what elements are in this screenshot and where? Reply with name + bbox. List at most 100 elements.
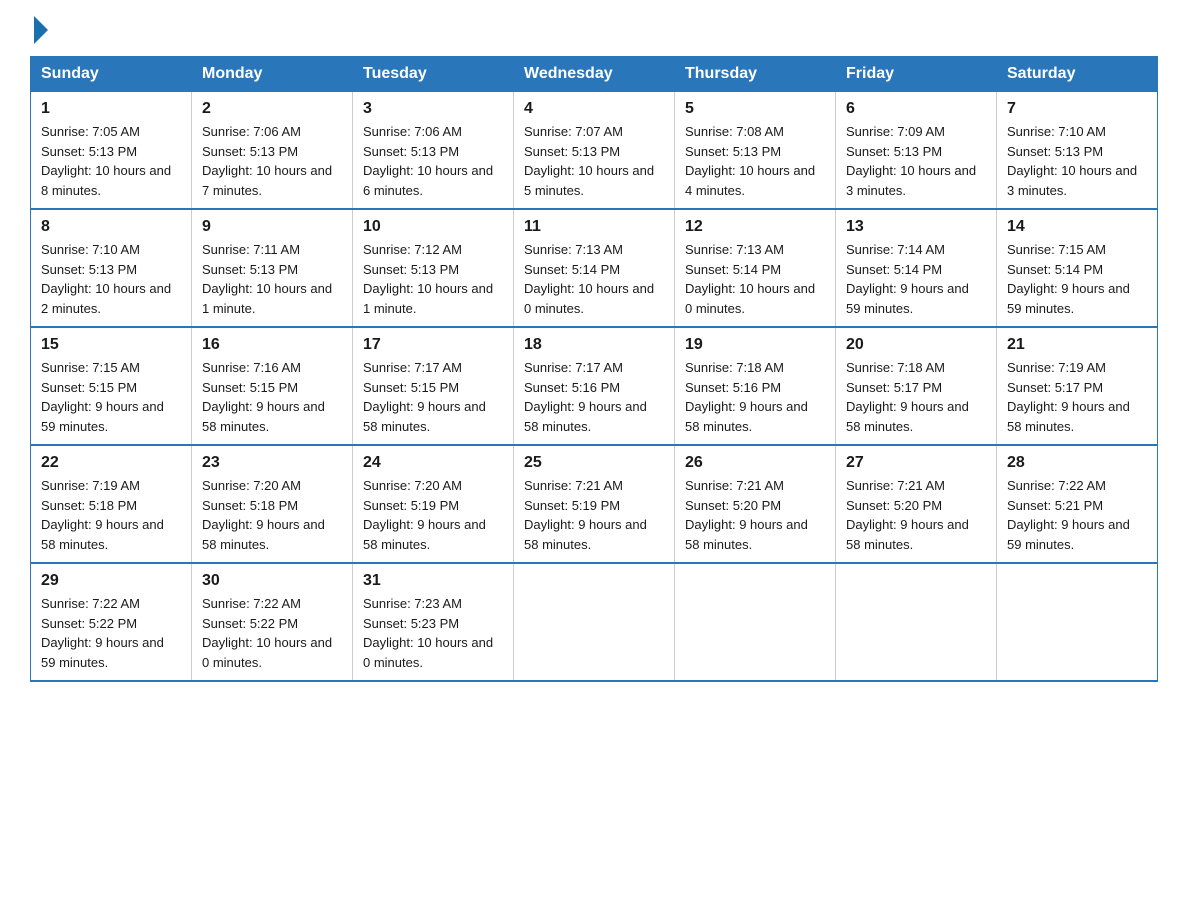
calendar-table: SundayMondayTuesdayWednesdayThursdayFrid…	[30, 56, 1158, 682]
day-cell: 31 Sunrise: 7:23 AMSunset: 5:23 PMDaylig…	[353, 563, 514, 681]
day-cell: 27 Sunrise: 7:21 AMSunset: 5:20 PMDaylig…	[836, 445, 997, 563]
week-row-4: 22 Sunrise: 7:19 AMSunset: 5:18 PMDaylig…	[31, 445, 1158, 563]
day-cell: 5 Sunrise: 7:08 AMSunset: 5:13 PMDayligh…	[675, 92, 836, 210]
day-cell: 18 Sunrise: 7:17 AMSunset: 5:16 PMDaylig…	[514, 327, 675, 445]
day-number: 21	[1007, 336, 1147, 354]
day-info: Sunrise: 7:16 AMSunset: 5:15 PMDaylight:…	[202, 358, 342, 436]
day-info: Sunrise: 7:21 AMSunset: 5:20 PMDaylight:…	[685, 476, 825, 554]
day-cell: 16 Sunrise: 7:16 AMSunset: 5:15 PMDaylig…	[192, 327, 353, 445]
day-cell: 20 Sunrise: 7:18 AMSunset: 5:17 PMDaylig…	[836, 327, 997, 445]
day-number: 25	[524, 454, 664, 472]
day-number: 28	[1007, 454, 1147, 472]
day-number: 19	[685, 336, 825, 354]
day-cell: 4 Sunrise: 7:07 AMSunset: 5:13 PMDayligh…	[514, 92, 675, 210]
day-number: 22	[41, 454, 181, 472]
day-number: 14	[1007, 218, 1147, 236]
day-info: Sunrise: 7:10 AMSunset: 5:13 PMDaylight:…	[1007, 122, 1147, 200]
day-number: 13	[846, 218, 986, 236]
day-cell: 3 Sunrise: 7:06 AMSunset: 5:13 PMDayligh…	[353, 92, 514, 210]
header-monday: Monday	[192, 57, 353, 92]
day-number: 23	[202, 454, 342, 472]
day-number: 8	[41, 218, 181, 236]
day-number: 29	[41, 572, 181, 590]
day-cell: 15 Sunrise: 7:15 AMSunset: 5:15 PMDaylig…	[31, 327, 192, 445]
day-info: Sunrise: 7:15 AMSunset: 5:15 PMDaylight:…	[41, 358, 181, 436]
day-number: 11	[524, 218, 664, 236]
logo	[30, 20, 48, 40]
day-cell: 25 Sunrise: 7:21 AMSunset: 5:19 PMDaylig…	[514, 445, 675, 563]
day-info: Sunrise: 7:19 AMSunset: 5:18 PMDaylight:…	[41, 476, 181, 554]
day-info: Sunrise: 7:22 AMSunset: 5:22 PMDaylight:…	[202, 594, 342, 672]
calendar-header-row: SundayMondayTuesdayWednesdayThursdayFrid…	[31, 57, 1158, 92]
day-number: 1	[41, 100, 181, 118]
day-cell: 22 Sunrise: 7:19 AMSunset: 5:18 PMDaylig…	[31, 445, 192, 563]
day-cell: 9 Sunrise: 7:11 AMSunset: 5:13 PMDayligh…	[192, 209, 353, 327]
day-cell: 21 Sunrise: 7:19 AMSunset: 5:17 PMDaylig…	[997, 327, 1158, 445]
day-number: 24	[363, 454, 503, 472]
day-info: Sunrise: 7:21 AMSunset: 5:19 PMDaylight:…	[524, 476, 664, 554]
day-info: Sunrise: 7:20 AMSunset: 5:19 PMDaylight:…	[363, 476, 503, 554]
day-info: Sunrise: 7:23 AMSunset: 5:23 PMDaylight:…	[363, 594, 503, 672]
day-info: Sunrise: 7:21 AMSunset: 5:20 PMDaylight:…	[846, 476, 986, 554]
day-cell	[514, 563, 675, 681]
day-cell: 17 Sunrise: 7:17 AMSunset: 5:15 PMDaylig…	[353, 327, 514, 445]
day-number: 3	[363, 100, 503, 118]
day-info: Sunrise: 7:12 AMSunset: 5:13 PMDaylight:…	[363, 240, 503, 318]
day-number: 26	[685, 454, 825, 472]
day-cell: 28 Sunrise: 7:22 AMSunset: 5:21 PMDaylig…	[997, 445, 1158, 563]
day-cell: 1 Sunrise: 7:05 AMSunset: 5:13 PMDayligh…	[31, 92, 192, 210]
day-cell: 26 Sunrise: 7:21 AMSunset: 5:20 PMDaylig…	[675, 445, 836, 563]
day-cell: 24 Sunrise: 7:20 AMSunset: 5:19 PMDaylig…	[353, 445, 514, 563]
day-info: Sunrise: 7:15 AMSunset: 5:14 PMDaylight:…	[1007, 240, 1147, 318]
day-info: Sunrise: 7:19 AMSunset: 5:17 PMDaylight:…	[1007, 358, 1147, 436]
day-info: Sunrise: 7:18 AMSunset: 5:16 PMDaylight:…	[685, 358, 825, 436]
day-cell: 29 Sunrise: 7:22 AMSunset: 5:22 PMDaylig…	[31, 563, 192, 681]
header-sunday: Sunday	[31, 57, 192, 92]
day-cell: 14 Sunrise: 7:15 AMSunset: 5:14 PMDaylig…	[997, 209, 1158, 327]
header-saturday: Saturday	[997, 57, 1158, 92]
day-number: 2	[202, 100, 342, 118]
week-row-3: 15 Sunrise: 7:15 AMSunset: 5:15 PMDaylig…	[31, 327, 1158, 445]
day-info: Sunrise: 7:11 AMSunset: 5:13 PMDaylight:…	[202, 240, 342, 318]
day-cell: 12 Sunrise: 7:13 AMSunset: 5:14 PMDaylig…	[675, 209, 836, 327]
day-info: Sunrise: 7:09 AMSunset: 5:13 PMDaylight:…	[846, 122, 986, 200]
day-number: 31	[363, 572, 503, 590]
day-info: Sunrise: 7:07 AMSunset: 5:13 PMDaylight:…	[524, 122, 664, 200]
day-cell	[675, 563, 836, 681]
day-cell: 13 Sunrise: 7:14 AMSunset: 5:14 PMDaylig…	[836, 209, 997, 327]
header-friday: Friday	[836, 57, 997, 92]
day-cell: 23 Sunrise: 7:20 AMSunset: 5:18 PMDaylig…	[192, 445, 353, 563]
day-number: 18	[524, 336, 664, 354]
day-info: Sunrise: 7:17 AMSunset: 5:16 PMDaylight:…	[524, 358, 664, 436]
logo-arrow-icon	[34, 16, 48, 44]
day-number: 6	[846, 100, 986, 118]
day-info: Sunrise: 7:22 AMSunset: 5:22 PMDaylight:…	[41, 594, 181, 672]
day-number: 5	[685, 100, 825, 118]
header-thursday: Thursday	[675, 57, 836, 92]
day-info: Sunrise: 7:06 AMSunset: 5:13 PMDaylight:…	[202, 122, 342, 200]
day-number: 30	[202, 572, 342, 590]
day-number: 10	[363, 218, 503, 236]
day-cell: 6 Sunrise: 7:09 AMSunset: 5:13 PMDayligh…	[836, 92, 997, 210]
day-info: Sunrise: 7:13 AMSunset: 5:14 PMDaylight:…	[685, 240, 825, 318]
day-info: Sunrise: 7:22 AMSunset: 5:21 PMDaylight:…	[1007, 476, 1147, 554]
day-number: 4	[524, 100, 664, 118]
week-row-2: 8 Sunrise: 7:10 AMSunset: 5:13 PMDayligh…	[31, 209, 1158, 327]
day-number: 20	[846, 336, 986, 354]
day-number: 12	[685, 218, 825, 236]
day-number: 9	[202, 218, 342, 236]
page-header	[30, 20, 1158, 40]
day-info: Sunrise: 7:14 AMSunset: 5:14 PMDaylight:…	[846, 240, 986, 318]
day-cell: 8 Sunrise: 7:10 AMSunset: 5:13 PMDayligh…	[31, 209, 192, 327]
day-info: Sunrise: 7:10 AMSunset: 5:13 PMDaylight:…	[41, 240, 181, 318]
day-cell: 11 Sunrise: 7:13 AMSunset: 5:14 PMDaylig…	[514, 209, 675, 327]
day-cell: 30 Sunrise: 7:22 AMSunset: 5:22 PMDaylig…	[192, 563, 353, 681]
day-cell: 10 Sunrise: 7:12 AMSunset: 5:13 PMDaylig…	[353, 209, 514, 327]
day-number: 16	[202, 336, 342, 354]
day-info: Sunrise: 7:17 AMSunset: 5:15 PMDaylight:…	[363, 358, 503, 436]
day-cell: 19 Sunrise: 7:18 AMSunset: 5:16 PMDaylig…	[675, 327, 836, 445]
day-cell: 7 Sunrise: 7:10 AMSunset: 5:13 PMDayligh…	[997, 92, 1158, 210]
day-info: Sunrise: 7:05 AMSunset: 5:13 PMDaylight:…	[41, 122, 181, 200]
week-row-5: 29 Sunrise: 7:22 AMSunset: 5:22 PMDaylig…	[31, 563, 1158, 681]
day-info: Sunrise: 7:06 AMSunset: 5:13 PMDaylight:…	[363, 122, 503, 200]
